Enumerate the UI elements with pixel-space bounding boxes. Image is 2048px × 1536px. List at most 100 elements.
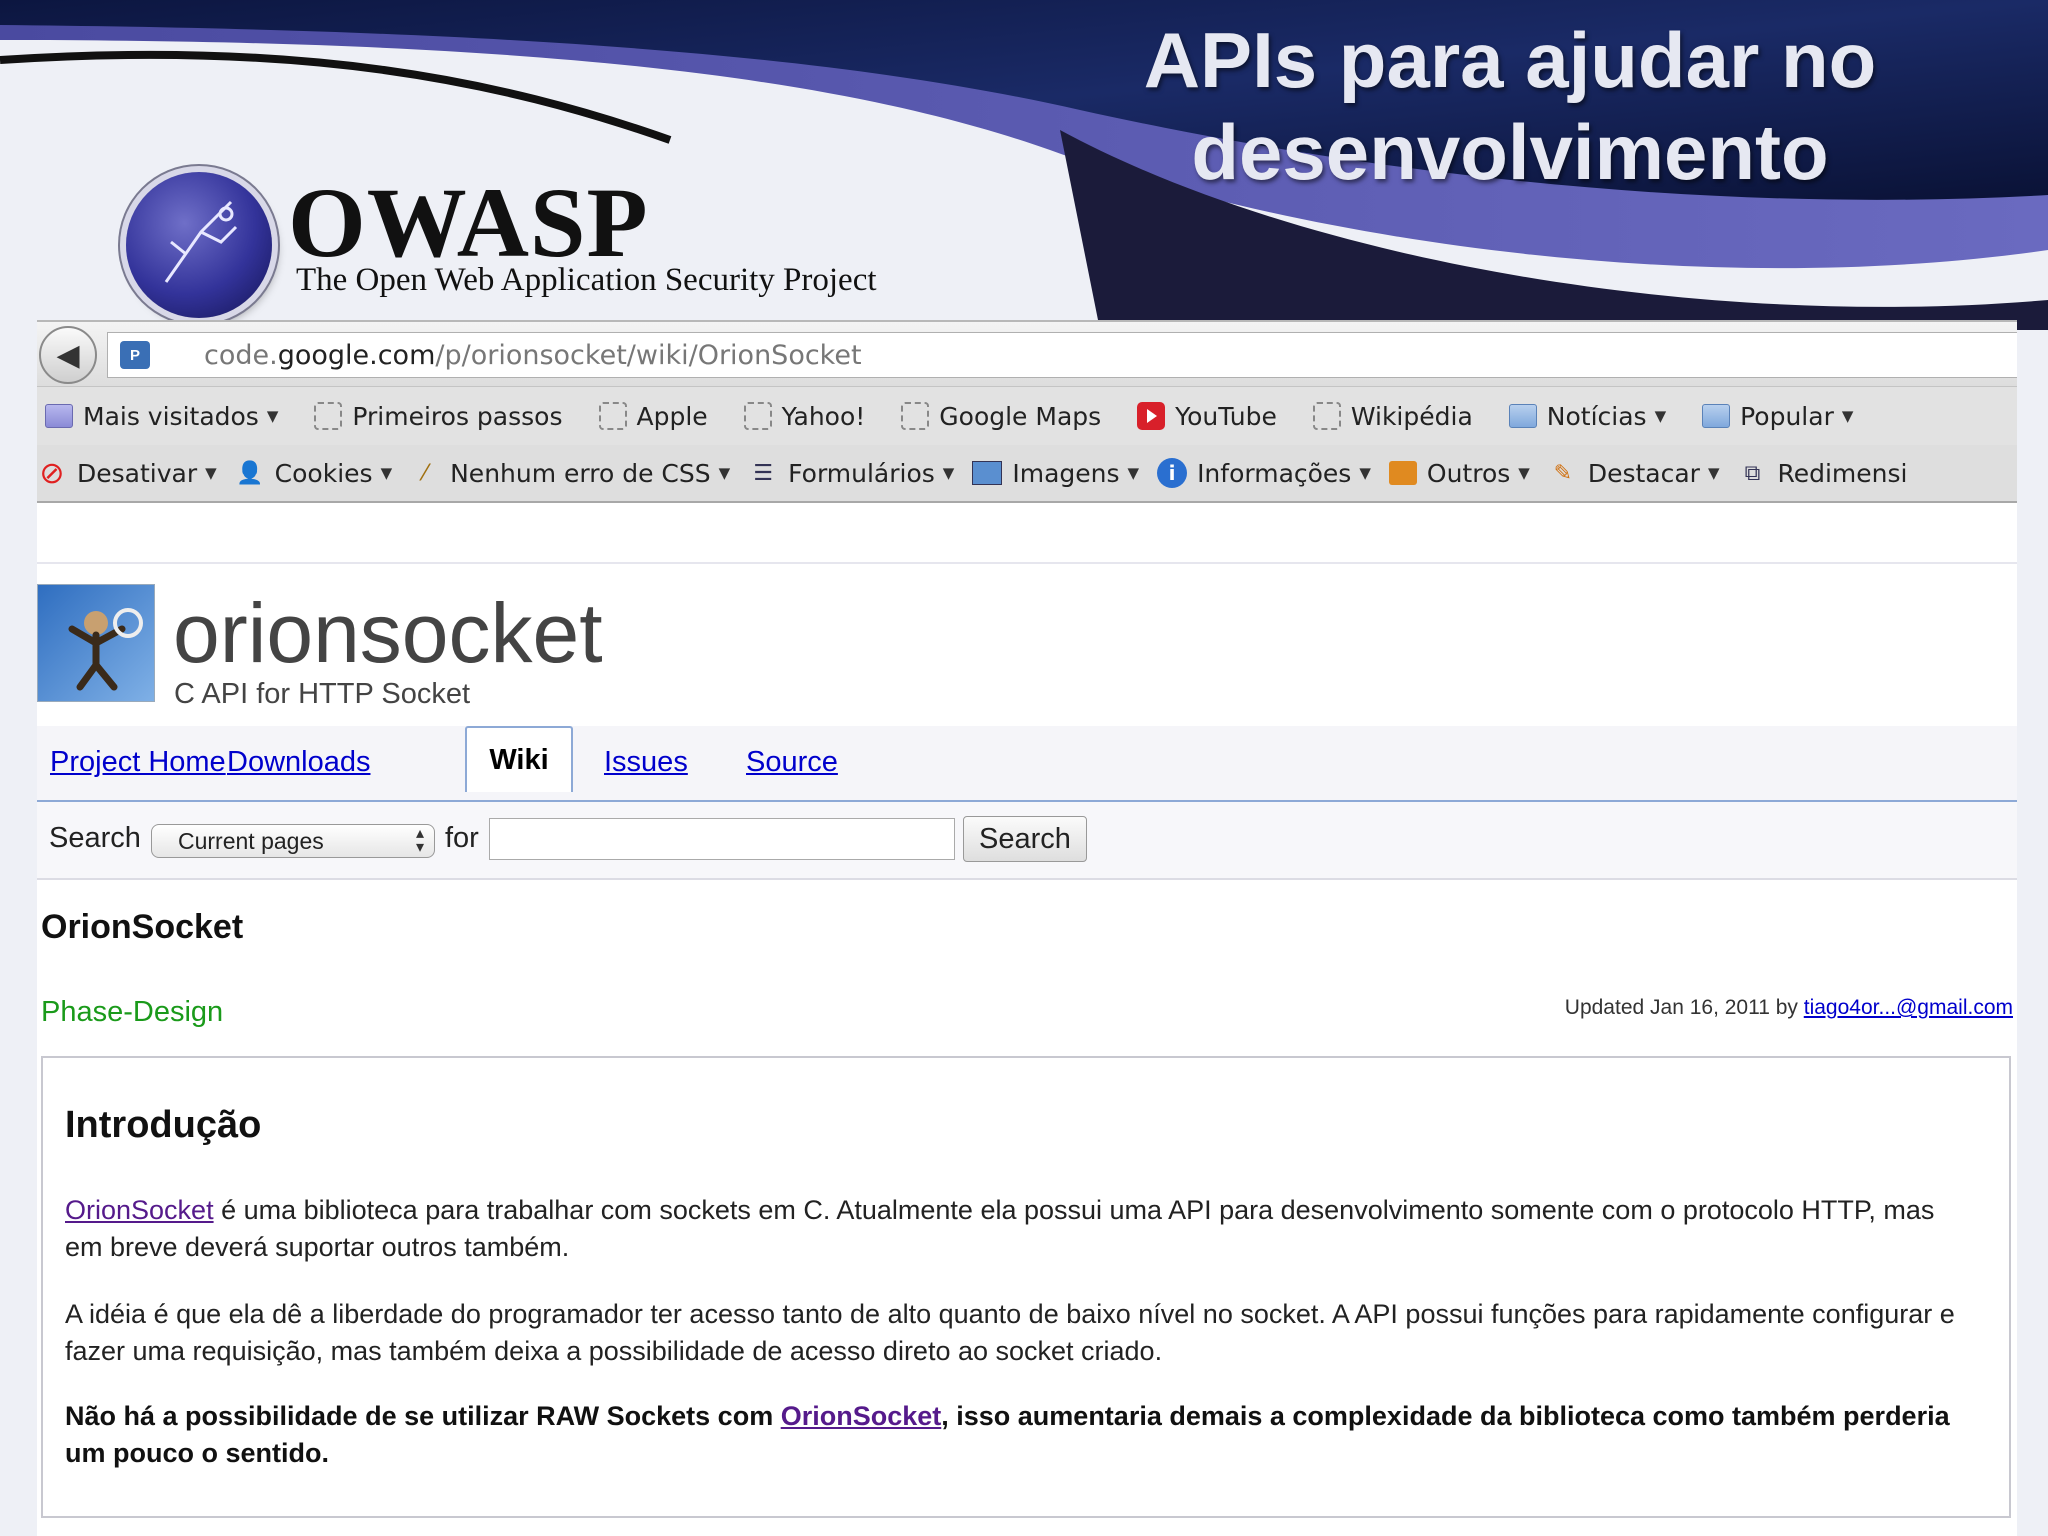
updated-text: Updated Jan 16, 2011 by	[1564, 996, 1804, 1019]
bookmark-noticias[interactable]: Notícias ▼	[1508, 401, 1667, 431]
owasp-subtitle: The Open Web Application Security Projec…	[296, 262, 877, 298]
slide-title-line2: desenvolvimento	[1191, 108, 1829, 196]
chevron-down-icon: ▼	[380, 464, 393, 482]
search-scope-value: Current pages	[178, 828, 324, 854]
project-header: orionsocket C API for HTTP Socket	[37, 564, 2017, 726]
pencil-icon: ✎	[1553, 460, 1573, 486]
bookmark-yahoo[interactable]: Yahoo!	[743, 402, 865, 431]
site-favicon-icon: P	[120, 341, 150, 369]
chevron-down-icon: ▼	[205, 464, 217, 482]
bookmark-mais-visitados[interactable]: Mais visitados ▼	[45, 402, 278, 431]
orionsocket-link[interactable]: OrionSocket	[781, 1401, 942, 1431]
form-icon: ☰	[753, 460, 774, 486]
tool-label: Formulários	[788, 458, 935, 488]
youtube-icon	[1137, 402, 1166, 430]
tool-outros[interactable]: Outros ▼	[1388, 458, 1530, 488]
tool-label: Informações	[1197, 458, 1352, 488]
chevron-down-icon: ▼	[1841, 407, 1854, 425]
project-logo-icon[interactable]	[37, 584, 155, 702]
tool-label: Desativar	[77, 458, 198, 488]
chevron-down-icon: ▼	[1127, 464, 1140, 482]
tab-downloads[interactable]: Downloads	[227, 746, 370, 779]
tool-informacoes[interactable]: i Informações ▼	[1157, 458, 1371, 488]
tool-desativar[interactable]: ⊘ Desativar ▼	[37, 455, 217, 491]
search-label: Search	[49, 822, 141, 854]
paragraph-idea: A idéia é que ela dê a liberdade do prog…	[65, 1299, 1955, 1366]
bookmark-label: Primeiros passos	[352, 401, 563, 431]
tool-label: Outros	[1426, 458, 1511, 488]
for-label: for	[445, 822, 479, 854]
tool-redimensionar[interactable]: ⧉ Redimensi	[1737, 458, 1908, 488]
bookmark-primeiros-passos[interactable]: Primeiros passos	[314, 401, 563, 431]
updown-arrows-icon: ▴ ▾	[415, 825, 424, 856]
dashed-bookmark-icon	[314, 402, 343, 430]
chevron-down-icon: ▼	[718, 464, 731, 482]
url-text: code.google.com/p/orionsocket/wiki/Orion…	[204, 340, 862, 371]
wiki-content: Introdução OrionSocket é uma biblioteca …	[41, 1056, 2011, 1518]
wiki-search-bar: Search Current pages ▴ ▾ for Search	[37, 802, 2017, 880]
tool-label: Imagens	[1012, 458, 1120, 488]
bookmarks-toolbar: Mais visitados ▼ Primeiros passos Apple Y…	[37, 386, 2017, 446]
author-link[interactable]: tiago4or...@gmail.com	[1804, 996, 2013, 1019]
info-icon: i	[1157, 458, 1188, 488]
dashed-bookmark-icon	[743, 402, 772, 430]
bookmark-apple[interactable]: Apple	[598, 401, 708, 431]
section-heading: Introdução	[65, 1104, 262, 1146]
bookmark-label: Notícias	[1546, 401, 1647, 431]
slide-title: APIs para ajudar no desenvolvimento	[1050, 14, 1970, 198]
dashed-bookmark-icon	[598, 402, 627, 430]
chevron-down-icon: ▼	[1518, 464, 1530, 482]
search-button[interactable]: Search	[963, 816, 1087, 862]
paragraph-intro: OrionSocket é uma biblioteca para trabal…	[65, 1192, 1965, 1266]
bookmark-wikipedia[interactable]: Wikipédia	[1312, 401, 1473, 431]
search-input[interactable]	[489, 818, 955, 860]
tool-css[interactable]: ⁄ Nenhum erro de CSS ▼	[410, 458, 730, 488]
owasp-logo-icon	[126, 172, 272, 318]
tool-cookies[interactable]: 👤 Cookies ▼	[235, 458, 392, 488]
back-arrow-icon: ◀	[56, 338, 80, 372]
smart-folder-icon	[45, 404, 73, 428]
back-button[interactable]: ◀	[39, 326, 97, 384]
browser-window: ◀ P code.google.com/p/orionsocket/wiki/O…	[37, 320, 2017, 1536]
bookmark-label: Apple	[636, 401, 708, 431]
folder-icon	[1508, 404, 1537, 428]
url-bar: ◀ P code.google.com/p/orionsocket/wiki/O…	[37, 320, 2017, 388]
url-domain: google.com	[277, 340, 436, 371]
resize-icon: ⧉	[1744, 460, 1761, 486]
tool-formularios[interactable]: ☰ Formulários ▼	[748, 458, 954, 488]
paragraph-text: Não há a possibilidade de se utilizar RA…	[65, 1401, 781, 1431]
url-path: /p/orionsocket/wiki/OrionSocket	[435, 340, 862, 371]
tab-source[interactable]: Source	[746, 746, 838, 779]
bookmark-label: Wikipédia	[1350, 401, 1473, 431]
bookmark-popular[interactable]: Popular ▼	[1702, 402, 1853, 431]
tool-label: Nenhum erro de CSS	[450, 458, 711, 488]
slide-title-line1: APIs para ajudar no	[1143, 16, 1877, 104]
orionsocket-link[interactable]: OrionSocket	[65, 1195, 214, 1225]
tool-label: Redimensi	[1777, 458, 1908, 488]
disable-icon: ⊘	[39, 455, 65, 491]
bookmark-label: Popular	[1740, 401, 1834, 431]
tab-issues[interactable]: Issues	[604, 746, 688, 779]
project-tabs: Project Home Downloads Wiki Issues Sourc…	[37, 726, 2017, 802]
bookmark-youtube[interactable]: YouTube	[1137, 402, 1277, 431]
paragraph-text: é uma biblioteca para trabalhar com sock…	[65, 1195, 1935, 1262]
tool-imagens[interactable]: Imagens ▼	[972, 459, 1139, 488]
tool-label: Destacar	[1587, 458, 1700, 488]
tool-destacar[interactable]: ✎ Destacar ▼	[1548, 458, 1720, 488]
tab-project-home[interactable]: Project Home	[50, 746, 226, 779]
person-icon: 👤	[235, 460, 264, 486]
address-field[interactable]: P code.google.com/p/orionsocket/wiki/Ori…	[107, 332, 2017, 378]
chevron-down-icon: ▼	[1654, 407, 1667, 425]
wiki-label-link[interactable]: Phase-Design	[41, 996, 223, 1029]
image-icon	[972, 461, 1003, 485]
tab-wiki[interactable]: Wiki	[465, 726, 573, 792]
search-scope-select[interactable]: Current pages ▴ ▾	[151, 824, 435, 858]
wand-icon: ⁄	[423, 460, 427, 486]
folder-icon	[1702, 404, 1731, 428]
bookmark-google-maps[interactable]: Google Maps	[901, 402, 1101, 431]
web-page: orionsocket C API for HTTP Socket Projec…	[37, 510, 2017, 1536]
dashed-bookmark-icon	[1312, 402, 1341, 430]
wiki-page-title: OrionSocket	[41, 908, 244, 946]
slide: APIs para ajudar no desenvolvimento OWAS…	[0, 0, 2048, 1536]
project-summary: C API for HTTP Socket	[174, 678, 471, 710]
